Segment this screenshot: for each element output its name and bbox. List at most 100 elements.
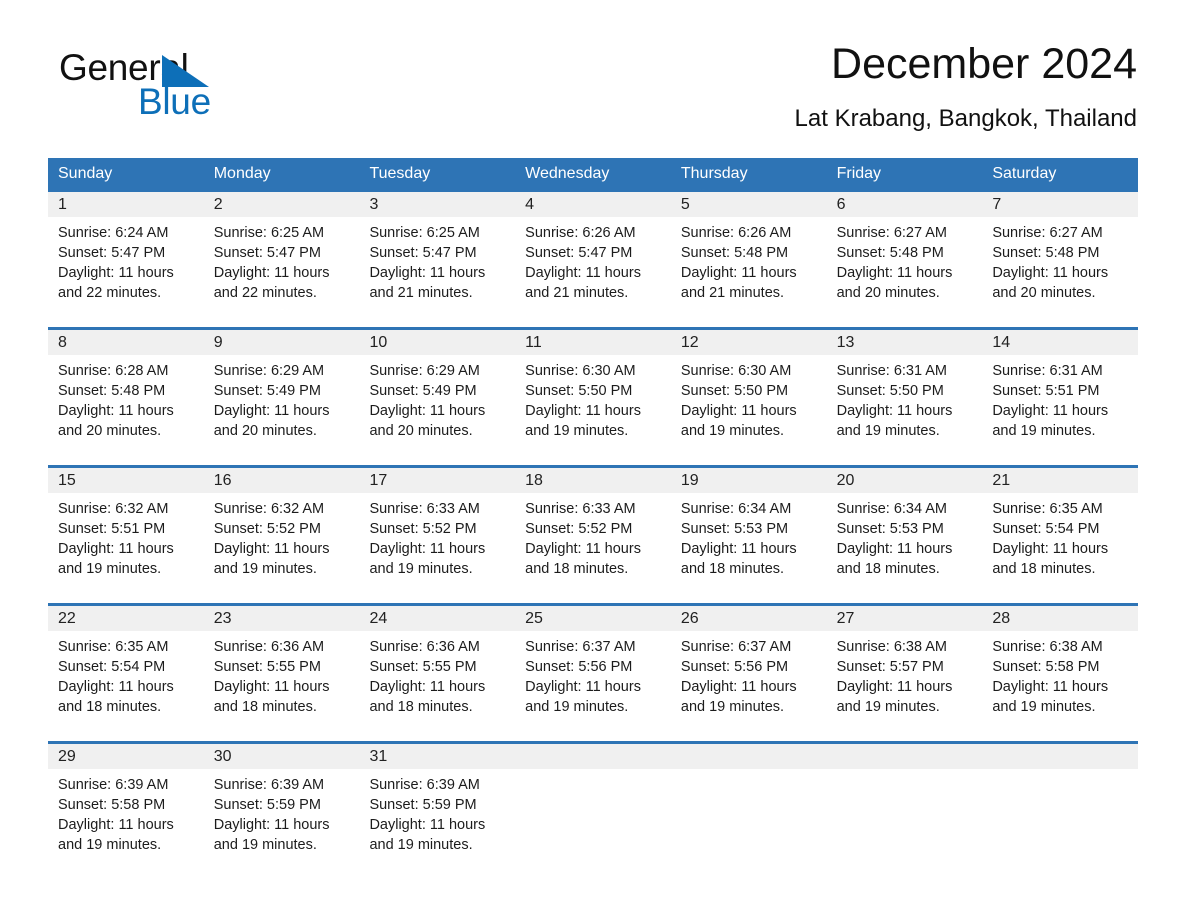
day-number[interactable]: 31: [359, 744, 515, 769]
day-number-row: 29 30 31: [48, 744, 1138, 769]
day-number[interactable]: 8: [48, 330, 204, 355]
daylight-text-line2: and 18 minutes.: [992, 561, 1096, 577]
day-cell: Sunrise: 6:30 AM Sunset: 5:50 PM Dayligh…: [515, 355, 671, 439]
weekday-header-thursday: Thursday: [680, 165, 748, 182]
daylight-text-line1: Daylight: 11 hours: [992, 541, 1109, 557]
day-cell: Sunrise: 6:37 AM Sunset: 5:56 PM Dayligh…: [671, 631, 827, 715]
daylight-text-line1: Daylight: 11 hours: [836, 541, 953, 557]
sunrise-text: Sunrise: 6:34 AM: [680, 501, 792, 517]
sunrise-text: Sunrise: 6:36 AM: [369, 639, 480, 655]
sunrise-text: Sunrise: 6:32 AM: [58, 501, 169, 517]
daylight-text-line1: Daylight: 11 hours: [992, 265, 1109, 281]
daylight-text-line1: Daylight: 11 hours: [525, 265, 641, 281]
sunrise-text: Sunrise: 6:33 AM: [369, 501, 480, 517]
daylight-text-line2: and 18 minutes.: [836, 561, 940, 577]
daylight-text-line2: and 19 minutes.: [525, 699, 629, 715]
day-cell: Sunrise: 6:36 AM Sunset: 5:55 PM Dayligh…: [204, 631, 360, 715]
day-number[interactable]: 4: [515, 192, 671, 217]
day-number[interactable]: 19: [671, 468, 827, 493]
day-detail-row: Sunrise: 6:39 AM Sunset: 5:58 PM Dayligh…: [48, 769, 1138, 853]
day-number[interactable]: 10: [359, 330, 515, 355]
daylight-text-line1: Daylight: 11 hours: [369, 265, 486, 281]
day-cell: Sunrise: 6:25 AM Sunset: 5:47 PM Dayligh…: [359, 217, 515, 301]
sunset-text: Sunset: 5:53 PM: [680, 521, 789, 537]
day-number[interactable]: 30: [204, 744, 360, 769]
day-number[interactable]: 20: [827, 468, 983, 493]
day-number[interactable]: 15: [48, 468, 204, 493]
day-cell: Sunrise: 6:39 AM Sunset: 5:59 PM Dayligh…: [359, 769, 515, 853]
day-number[interactable]: 13: [827, 330, 983, 355]
sunset-text: Sunset: 5:48 PM: [992, 245, 1100, 261]
day-number[interactable]: 2: [204, 192, 360, 217]
weekday-header-sunday: Sunday: [58, 165, 113, 182]
day-number[interactable]: 9: [204, 330, 360, 355]
day-cell: Sunrise: 6:33 AM Sunset: 5:52 PM Dayligh…: [359, 493, 515, 577]
day-cell: Sunrise: 6:30 AM Sunset: 5:50 PM Dayligh…: [671, 355, 827, 439]
daylight-text-line1: Daylight: 11 hours: [992, 679, 1109, 695]
day-cell: Sunrise: 6:27 AM Sunset: 5:48 PM Dayligh…: [982, 217, 1138, 301]
weekday-header-wednesday: Wednesday: [525, 165, 610, 182]
daylight-text-line2: and 18 minutes.: [369, 699, 473, 715]
day-number[interactable]: 27: [827, 606, 983, 631]
day-number[interactable]: 6: [827, 192, 983, 217]
daylight-text-line1: Daylight: 11 hours: [58, 679, 174, 695]
daylight-text-line1: Daylight: 11 hours: [369, 817, 486, 833]
daylight-text-line2: and 20 minutes.: [213, 423, 317, 439]
day-cell-empty: [515, 769, 671, 851]
day-number[interactable]: 11: [515, 330, 671, 355]
day-number[interactable]: 29: [48, 744, 204, 769]
day-number[interactable]: 18: [515, 468, 671, 493]
daylight-text-line2: and 18 minutes.: [213, 699, 317, 715]
day-cell: Sunrise: 6:24 AM Sunset: 5:47 PM Dayligh…: [48, 217, 204, 301]
day-number[interactable]: 21: [982, 468, 1138, 493]
day-cell: Sunrise: 6:38 AM Sunset: 5:58 PM Dayligh…: [982, 631, 1138, 715]
sunrise-text: Sunrise: 6:31 AM: [992, 363, 1103, 379]
sunset-text: Sunset: 5:58 PM: [58, 797, 166, 813]
sunrise-text: Sunrise: 6:25 AM: [369, 225, 480, 241]
sunrise-text: Sunrise: 6:36 AM: [213, 639, 325, 655]
day-number[interactable]: 7: [982, 192, 1138, 217]
day-number[interactable]: 3: [359, 192, 515, 217]
daylight-text-line1: Daylight: 11 hours: [213, 265, 330, 281]
weekday-header-monday: Monday: [213, 165, 271, 182]
daylight-text-line2: and 20 minutes.: [369, 423, 473, 439]
day-number[interactable]: 26: [671, 606, 827, 631]
day-number[interactable]: 25: [515, 606, 671, 631]
day-cell: Sunrise: 6:31 AM Sunset: 5:51 PM Dayligh…: [982, 355, 1138, 439]
day-number[interactable]: 5: [671, 192, 827, 217]
day-number[interactable]: 16: [204, 468, 360, 493]
day-number[interactable]: 22: [48, 606, 204, 631]
day-number[interactable]: 28: [982, 606, 1138, 631]
daylight-text-line2: and 21 minutes.: [680, 285, 785, 301]
generalblue-logo[interactable]: General Blue: [59, 48, 359, 122]
day-number[interactable]: 1: [48, 192, 204, 217]
daylight-text-line1: Daylight: 11 hours: [58, 541, 174, 557]
day-cell: Sunrise: 6:37 AM Sunset: 5:56 PM Dayligh…: [515, 631, 671, 715]
sunset-text: Sunset: 5:52 PM: [525, 521, 633, 537]
day-number[interactable]: 24: [359, 606, 515, 631]
sunset-text: Sunset: 5:56 PM: [680, 659, 789, 675]
daylight-text-line2: and 19 minutes.: [58, 837, 162, 853]
sunrise-text: Sunrise: 6:29 AM: [213, 363, 325, 379]
daylight-text-line1: Daylight: 11 hours: [992, 403, 1109, 419]
day-cell: Sunrise: 6:27 AM Sunset: 5:48 PM Dayligh…: [827, 217, 983, 301]
sunset-text: Sunset: 5:47 PM: [213, 245, 321, 261]
sunrise-text: Sunrise: 6:25 AM: [213, 225, 325, 241]
calendar-page: General Blue December 2024 Lat Krabang, …: [0, 0, 1188, 918]
weekday-header-saturday: Saturday: [992, 165, 1057, 182]
day-number[interactable]: 17: [359, 468, 515, 493]
sunrise-text: Sunrise: 6:33 AM: [525, 501, 636, 517]
sunset-text: Sunset: 5:50 PM: [836, 383, 944, 399]
sunset-text: Sunset: 5:49 PM: [213, 383, 321, 399]
sunset-text: Sunset: 5:52 PM: [369, 521, 477, 537]
day-number-row: 8 9 10 11 12 13 14: [48, 330, 1138, 355]
day-number[interactable]: 14: [982, 330, 1138, 355]
sunset-text: Sunset: 5:47 PM: [58, 245, 166, 261]
daylight-text-line2: and 19 minutes.: [369, 837, 473, 853]
daylight-text-line1: Daylight: 11 hours: [680, 541, 797, 557]
day-number[interactable]: 23: [204, 606, 360, 631]
daylight-text-line2: and 20 minutes.: [58, 423, 162, 439]
day-cell: Sunrise: 6:32 AM Sunset: 5:51 PM Dayligh…: [48, 493, 204, 577]
day-detail-row: Sunrise: 6:35 AM Sunset: 5:54 PM Dayligh…: [48, 631, 1138, 715]
day-number[interactable]: 12: [671, 330, 827, 355]
